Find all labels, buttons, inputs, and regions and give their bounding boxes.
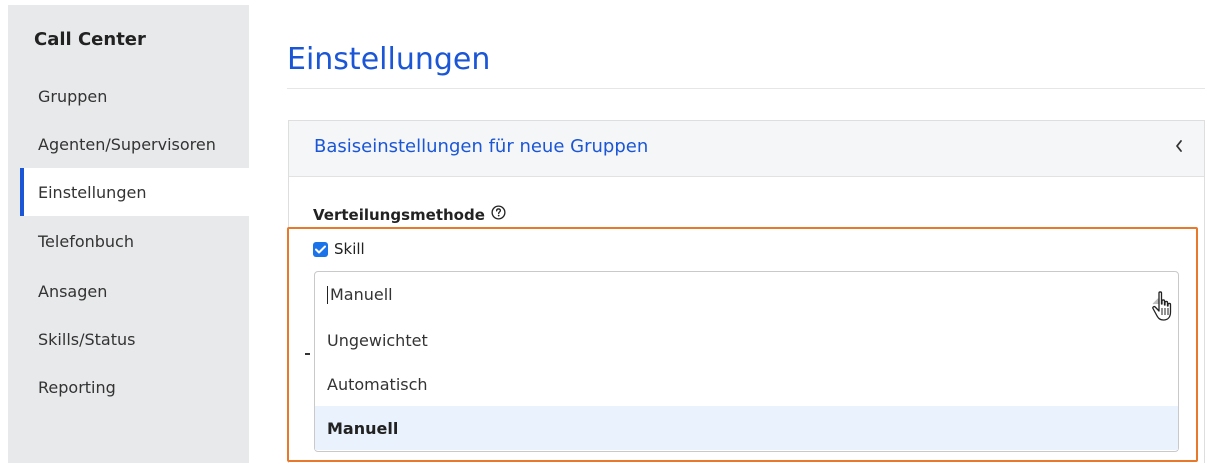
page: Call Center Gruppen Agenten/Supervisoren…	[0, 0, 1208, 463]
sidebar-item-label: Ansagen	[38, 281, 108, 301]
sidebar-item-reporting[interactable]: Reporting	[8, 363, 249, 411]
panel-header[interactable]: Basiseinstellungen für neue Gruppen	[289, 121, 1204, 177]
sidebar-title: Call Center	[34, 29, 146, 50]
text-caret	[327, 286, 328, 304]
sidebar-item-gruppen[interactable]: Gruppen	[8, 72, 249, 120]
dropdown-list: Ungewichtet Automatisch Manuell	[314, 316, 1179, 452]
sidebar-item-label: Telefonbuch	[38, 231, 134, 251]
sidebar-item-telefonbuch[interactable]: Telefonbuch	[8, 217, 249, 265]
underlying-text-fragment	[305, 353, 310, 355]
sidebar-item-label: Einstellungen	[38, 182, 147, 202]
sidebar-item-agenten-supervisoren[interactable]: Agenten/Supervisoren	[8, 120, 249, 168]
chevron-left-icon[interactable]	[1174, 137, 1184, 158]
skill-checkbox-label: Skill	[334, 240, 365, 258]
sidebar-item-skills-status[interactable]: Skills/Status	[8, 315, 249, 363]
sidebar-item-label: Agenten/Supervisoren	[38, 134, 216, 154]
divider	[287, 88, 1205, 89]
option-label: Automatisch	[327, 374, 428, 394]
distribution-method-select[interactable]: Manuell	[314, 271, 1179, 317]
field-label-text: Verteilungsmethode	[313, 205, 485, 224]
skill-checkbox[interactable]	[313, 241, 328, 257]
sidebar-item-einstellungen[interactable]: Einstellungen	[20, 168, 249, 216]
skill-checkbox-row[interactable]: Skill	[313, 240, 365, 258]
panel-header-title: Basiseinstellungen für neue Gruppen	[314, 136, 649, 157]
option-ungewichtet[interactable]: Ungewichtet	[315, 318, 1178, 362]
sidebar-item-label: Skills/Status	[38, 329, 136, 349]
sidebar-item-label: Gruppen	[38, 86, 108, 106]
distribution-method-label: Verteilungsmethode	[313, 205, 506, 224]
option-manuell[interactable]: Manuell	[315, 406, 1178, 450]
select-value: Manuell	[330, 285, 393, 304]
sidebar-item-ansagen[interactable]: Ansagen	[8, 267, 249, 315]
sidebar: Call Center Gruppen Agenten/Supervisoren…	[8, 5, 249, 463]
hand-pointer-icon	[1150, 290, 1178, 328]
sidebar-item-label: Reporting	[38, 377, 116, 397]
active-indicator	[20, 168, 24, 216]
option-label: Manuell	[327, 418, 399, 438]
page-title: Einstellungen	[287, 42, 491, 77]
question-circle-icon[interactable]	[491, 205, 506, 224]
option-automatisch[interactable]: Automatisch	[315, 362, 1178, 406]
option-label: Ungewichtet	[327, 330, 428, 350]
